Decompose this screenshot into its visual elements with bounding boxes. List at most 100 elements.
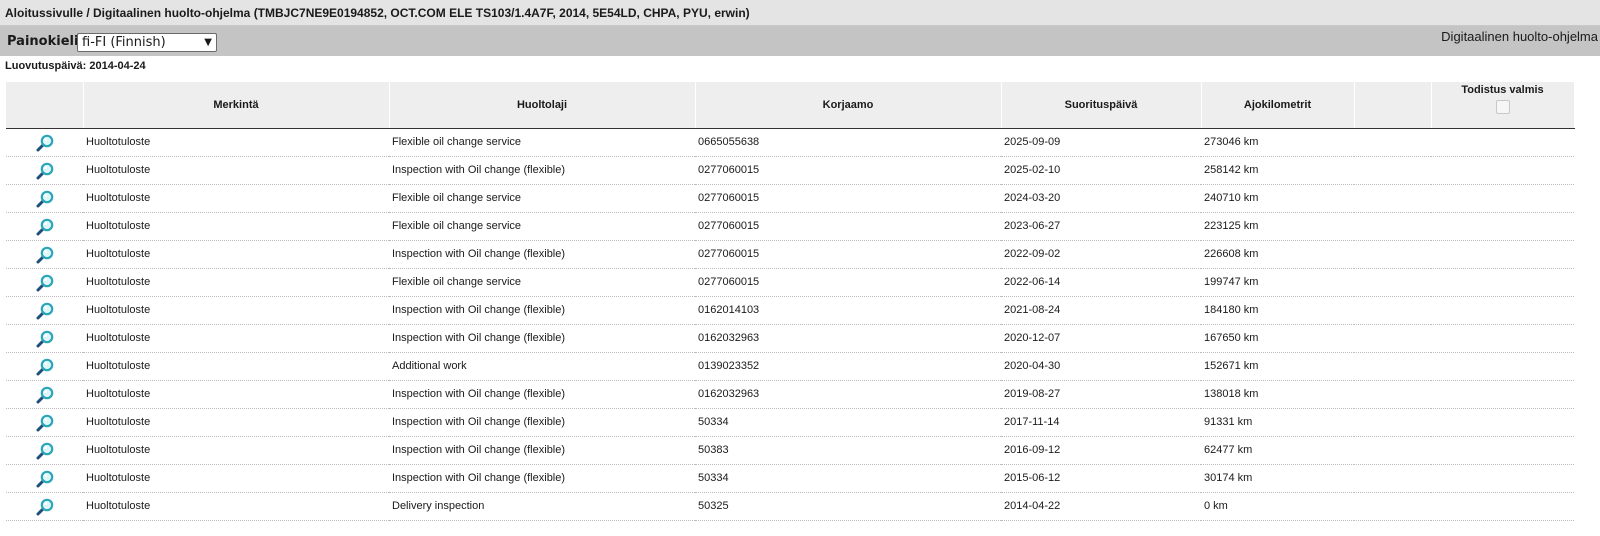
- column-header-todistus: Todistus valmis: [1431, 82, 1575, 129]
- extra-cell: [1354, 128, 1431, 157]
- table-row[interactable]: Huoltotuloste Inspection with Oil change …: [6, 156, 1574, 185]
- suorituspaiva-cell: 2022-06-14: [1001, 268, 1201, 297]
- extra-cell: [1354, 296, 1431, 325]
- table-row[interactable]: Huoltotuloste Flexible oil change service…: [6, 128, 1574, 157]
- magnifier-icon[interactable]: [35, 357, 55, 377]
- magnifier-icon[interactable]: [35, 469, 55, 489]
- merkinta-cell: Huoltotuloste: [83, 324, 389, 353]
- delivery-date: Luovutuspäivä: 2014-04-24: [5, 60, 146, 72]
- chevron-down-icon: ▼: [204, 37, 212, 48]
- korjaamo-cell: 0277060015: [695, 240, 1001, 269]
- huoltolaji-cell: Inspection with Oil change (flexible): [389, 380, 695, 409]
- column-header-extra: [1354, 82, 1432, 129]
- magnifier-icon[interactable]: [35, 413, 55, 433]
- todistus-checkbox[interactable]: [1495, 100, 1510, 114]
- korjaamo-cell: 0277060015: [695, 184, 1001, 213]
- column-header-merkinta[interactable]: Merkintä: [83, 82, 390, 129]
- ajokilometrit-cell: 152671 km: [1201, 352, 1354, 381]
- suorituspaiva-cell: 2025-02-10: [1001, 156, 1201, 185]
- merkinta-cell: Huoltotuloste: [83, 212, 389, 241]
- table-row[interactable]: Huoltotuloste Inspection with Oil change …: [6, 408, 1574, 437]
- suorituspaiva-cell: 2023-06-27: [1001, 212, 1201, 241]
- merkinta-cell: Huoltotuloste: [83, 436, 389, 465]
- table-row[interactable]: Huoltotuloste Inspection with Oil change …: [6, 240, 1574, 269]
- todistus-cell: [1431, 128, 1574, 157]
- magnifier-icon[interactable]: [35, 133, 55, 153]
- view-cell: [6, 184, 83, 213]
- column-header-suorituspaiva[interactable]: Suorituspäivä: [1001, 82, 1202, 129]
- merkinta-cell: Huoltotuloste: [83, 128, 389, 157]
- todistus-cell: [1431, 212, 1574, 241]
- table-header-row: Merkintä Huoltolaji Korjaamo Suorituspäi…: [6, 82, 1575, 129]
- merkinta-cell: Huoltotuloste: [83, 408, 389, 437]
- language-bar: Painokieli: fi-FI (Finnish) ▼ Digitaalin…: [0, 26, 1600, 56]
- ajokilometrit-cell: 167650 km: [1201, 324, 1354, 353]
- table-row[interactable]: Huoltotuloste Delivery inspection 50325 201…: [6, 492, 1574, 521]
- extra-cell: [1354, 184, 1431, 213]
- korjaamo-cell: 50334: [695, 408, 1001, 437]
- ajokilometrit-cell: 258142 km: [1201, 156, 1354, 185]
- huoltolaji-cell: Additional work: [389, 352, 695, 381]
- suorituspaiva-cell: 2025-09-09: [1001, 128, 1201, 157]
- todistus-cell: [1431, 380, 1574, 409]
- merkinta-cell: Huoltotuloste: [83, 380, 389, 409]
- table-row[interactable]: Huoltotuloste Additional work 0139023352 20…: [6, 352, 1574, 381]
- table-row[interactable]: Huoltotuloste Flexible oil change service…: [6, 212, 1574, 241]
- magnifier-icon[interactable]: [35, 217, 55, 237]
- suorituspaiva-cell: 2020-12-07: [1001, 324, 1201, 353]
- huoltolaji-cell: Inspection with Oil change (flexible): [389, 324, 695, 353]
- suorituspaiva-cell: 2022-09-02: [1001, 240, 1201, 269]
- magnifier-icon[interactable]: [35, 273, 55, 293]
- huoltolaji-cell: Inspection with Oil change (flexible): [389, 296, 695, 325]
- view-cell: [6, 268, 83, 297]
- table-row[interactable]: Huoltotuloste Inspection with Oil change …: [6, 464, 1574, 493]
- todistus-label: Todistus valmis: [1461, 84, 1544, 96]
- magnifier-icon[interactable]: [35, 441, 55, 461]
- suorituspaiva-cell: 2019-08-27: [1001, 380, 1201, 409]
- extra-cell: [1354, 408, 1431, 437]
- table-row[interactable]: Huoltotuloste Flexible oil change service…: [6, 184, 1574, 213]
- extra-cell: [1354, 156, 1431, 185]
- magnifier-icon[interactable]: [35, 329, 55, 349]
- language-select[interactable]: fi-FI (Finnish) ▼: [77, 33, 217, 52]
- todistus-cell: [1431, 156, 1574, 185]
- table-row[interactable]: Huoltotuloste Inspection with Oil change …: [6, 324, 1574, 353]
- magnifier-icon[interactable]: [35, 385, 55, 405]
- suorituspaiva-cell: 2015-06-12: [1001, 464, 1201, 493]
- magnifier-icon[interactable]: [35, 245, 55, 265]
- todistus-cell: [1431, 464, 1574, 493]
- column-header-korjaamo[interactable]: Korjaamo: [695, 82, 1002, 129]
- korjaamo-cell: 50334: [695, 464, 1001, 493]
- korjaamo-cell: 0139023352: [695, 352, 1001, 381]
- ajokilometrit-cell: 240710 km: [1201, 184, 1354, 213]
- suorituspaiva-cell: 2020-04-30: [1001, 352, 1201, 381]
- huoltolaji-cell: Inspection with Oil change (flexible): [389, 464, 695, 493]
- table-row[interactable]: Huoltotuloste Inspection with Oil change …: [6, 296, 1574, 325]
- table-row[interactable]: Huoltotuloste Inspection with Oil change …: [6, 436, 1574, 465]
- suorituspaiva-cell: 2017-11-14: [1001, 408, 1201, 437]
- todistus-cell: [1431, 184, 1574, 213]
- extra-cell: [1354, 352, 1431, 381]
- magnifier-icon[interactable]: [35, 497, 55, 517]
- merkinta-cell: Huoltotuloste: [83, 352, 389, 381]
- huoltolaji-cell: Flexible oil change service: [389, 184, 695, 213]
- magnifier-icon[interactable]: [35, 301, 55, 321]
- suorituspaiva-cell: 2014-04-22: [1001, 492, 1201, 521]
- view-cell: [6, 464, 83, 493]
- magnifier-icon[interactable]: [35, 161, 55, 181]
- huoltolaji-cell: Inspection with Oil change (flexible): [389, 436, 695, 465]
- column-header-ajokilometrit[interactable]: Ajokilometrit: [1201, 82, 1355, 129]
- merkinta-cell: Huoltotuloste: [83, 268, 389, 297]
- table-row[interactable]: Huoltotuloste Flexible oil change service…: [6, 268, 1574, 297]
- extra-cell: [1354, 492, 1431, 521]
- extra-cell: [1354, 436, 1431, 465]
- huoltolaji-cell: Flexible oil change service: [389, 268, 695, 297]
- column-header-huoltolaji[interactable]: Huoltolaji: [389, 82, 696, 129]
- magnifier-icon[interactable]: [35, 189, 55, 209]
- todistus-cell: [1431, 436, 1574, 465]
- table-row[interactable]: Huoltotuloste Inspection with Oil change …: [6, 380, 1574, 409]
- korjaamo-cell: 50325: [695, 492, 1001, 521]
- huoltolaji-cell: Inspection with Oil change (flexible): [389, 408, 695, 437]
- view-cell: [6, 240, 83, 269]
- todistus-cell: [1431, 352, 1574, 381]
